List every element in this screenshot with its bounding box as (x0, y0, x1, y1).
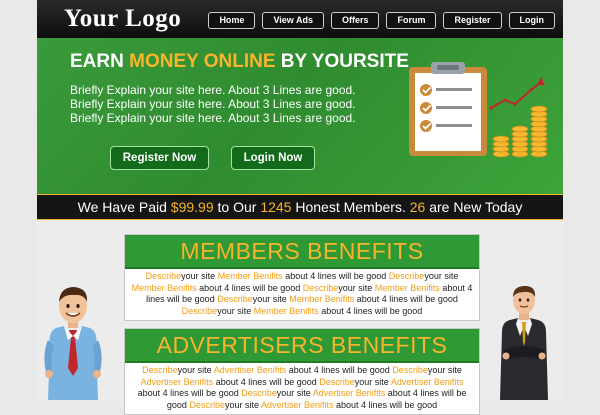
benefit-body-text: your site (427, 365, 462, 375)
members-benefits-box: MEMBERS BENEFITS Describeyour site Membe… (124, 234, 480, 321)
man-character-left-illustration (44, 287, 102, 400)
payout-stats-bar: We Have Paid $99.99 to Our 1245 Honest M… (37, 194, 563, 220)
benefit-highlight-text: Describe (142, 365, 178, 375)
nav-register-button[interactable]: Register (443, 12, 502, 29)
stats-paid-amount: $99.99 (170, 199, 214, 215)
benefit-body-text: your site (177, 365, 214, 375)
benefit-body-text: about 4 lines will be good (213, 376, 320, 387)
members-benefits-text: Describeyour site Member Benifits about … (125, 269, 479, 320)
benefit-highlight-text: Describe (302, 282, 339, 293)
benefit-body-text: your site (217, 305, 254, 316)
benefit-body-text: about 4 lines will be good (282, 271, 389, 281)
register-now-button[interactable]: Register Now (110, 146, 209, 170)
benefit-highlight-text: Describe (241, 388, 277, 398)
advertisers-benefits-text: Describeyour site Advertiser Benifits ab… (125, 363, 479, 414)
hero-banner: EARN MONEY ONLINE BY YOURSITE Briefly Ex… (37, 38, 563, 194)
benefit-body-text: your site (424, 271, 459, 281)
stats-text-post: are New Today (425, 199, 523, 215)
nav-view-ads-button[interactable]: View Ads (262, 12, 324, 29)
benefit-highlight-text: Advertiser Benifits (390, 376, 464, 387)
stats-new-count: 26 (409, 199, 426, 215)
page-container: Your Logo Home View Ads Offers Forum Reg… (37, 0, 563, 415)
benefit-body-text: about 4 lines will be good (354, 294, 458, 304)
benefit-highlight-text: Describe (181, 305, 218, 316)
benefit-highlight-text: Describe (319, 376, 355, 387)
header-bar: Your Logo Home View Ads Offers Forum Reg… (37, 0, 563, 38)
advertisers-benefits-title: ADVERTISERS BENEFITS (125, 329, 479, 363)
benefit-body-text: your site (354, 376, 391, 387)
benefit-highlight-text: Member Benifits (253, 305, 319, 316)
members-benefits-title: MEMBERS BENEFITS (125, 235, 479, 269)
benefit-body-text: your site (252, 294, 290, 304)
nav-login-button[interactable]: Login (508, 12, 555, 29)
benefit-body-text: about 4 lines will be good (318, 305, 423, 316)
benefit-body-text: your site (338, 282, 375, 293)
benefit-body-text: your site (181, 271, 218, 281)
benefit-highlight-text: Member Benifits (131, 282, 197, 293)
clipboard-checklist-icon (409, 62, 487, 156)
hero-title-pre: EARN (70, 51, 130, 72)
benefit-highlight-text: Advertiser Benifits (312, 388, 386, 398)
benefit-highlight-text: Describe (392, 365, 428, 375)
main-nav: Home View Ads Offers Forum Register Logi… (208, 12, 555, 29)
benefit-body-text: about 4 lines will be good (196, 282, 303, 293)
benefit-highlight-text: Advertiser Benifits (140, 376, 214, 387)
benefit-body-text: your site (224, 399, 261, 410)
stats-text-mid2: Honest Members. (291, 199, 410, 215)
benefit-body-text: about 4 lines will be good (137, 388, 242, 398)
benefit-highlight-text: Advertiser Benifits (213, 365, 287, 375)
benefit-highlight-text: Describe (217, 294, 253, 304)
hero-description: Briefly Explain your site here. About 3 … (70, 83, 356, 125)
benefit-body-text: about 4 lines will be good (286, 365, 393, 375)
benefit-body-text: about 4 lines will be good (333, 399, 438, 410)
nav-offers-button[interactable]: Offers (330, 12, 380, 29)
benefit-highlight-text: Member Benifits (217, 271, 283, 281)
benefit-highlight-text: Describe (189, 399, 225, 410)
nav-home-button[interactable]: Home (208, 12, 256, 29)
nav-forum-button[interactable]: Forum (386, 12, 437, 29)
benefit-body-text: your site (276, 388, 313, 398)
stats-text-pre: We Have Paid (77, 199, 171, 215)
stats-text-mid: to Our (213, 199, 261, 215)
advertisers-benefits-box: ADVERTISERS BENEFITS Describeyour site A… (124, 328, 480, 415)
hero-title: EARN MONEY ONLINE BY YOURSITE (70, 51, 409, 73)
benefit-highlight-text: Describe (145, 271, 182, 281)
login-now-button[interactable]: Login Now (231, 146, 315, 170)
benefit-highlight-text: Member Benifits (374, 282, 440, 293)
hero-title-accent: MONEY ONLINE (129, 51, 276, 72)
benefit-highlight-text: Describe (388, 271, 425, 281)
businessman-character-right-illustration (500, 286, 548, 400)
site-logo[interactable]: Your Logo (64, 5, 181, 33)
hero-title-post: BY YOURSITE (275, 51, 409, 72)
benefit-highlight-text: Advertiser Benifits (260, 399, 334, 410)
stats-member-count: 1245 (260, 199, 292, 215)
benefit-highlight-text: Member Benifits (289, 294, 355, 304)
coin-stack-icon (492, 105, 548, 158)
